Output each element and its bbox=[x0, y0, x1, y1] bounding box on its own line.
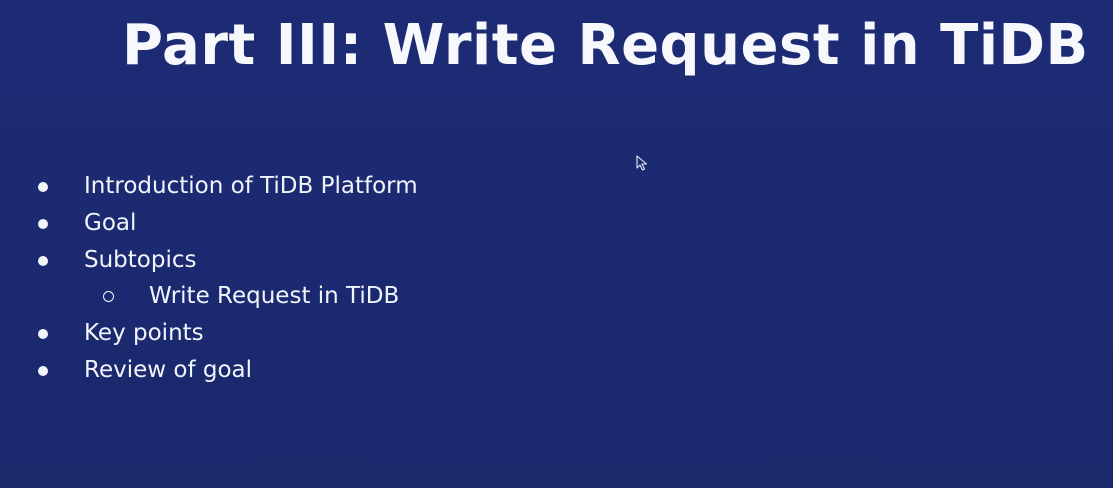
bullet-text: Review of goal bbox=[84, 356, 253, 383]
slide-title: Part III: Write Request in TiDB bbox=[122, 13, 1089, 78]
sub-bullet-text: Write Request in TiDB bbox=[149, 283, 400, 310]
filled-circle-bullet-icon bbox=[38, 329, 48, 340]
mouse-pointer-icon bbox=[636, 155, 648, 171]
filled-circle-bullet-icon bbox=[38, 255, 48, 266]
slide-canvas: Part III: Write Request in TiDB Introduc… bbox=[0, 0, 1113, 488]
bullet-text: Introduction of TiDB Platform bbox=[84, 173, 418, 199]
filled-circle-bullet-icon bbox=[38, 365, 48, 376]
bullet-list: Introduction of TiDB Platform Goal Subto… bbox=[0, 168, 600, 389]
filled-circle-bullet-icon bbox=[38, 218, 48, 229]
bullet-item: Review of goal bbox=[0, 352, 600, 389]
hollow-circle-bullet-icon bbox=[103, 291, 114, 303]
bullet-text: Goal bbox=[84, 209, 137, 236]
bullet-item: Subtopics bbox=[0, 242, 600, 279]
bullet-item: Introduction of TiDB Platform bbox=[0, 168, 600, 205]
bullet-text: Key points bbox=[84, 320, 204, 347]
sub-bullet-item: Write Request in TiDB bbox=[0, 278, 600, 315]
bullet-item: Goal bbox=[0, 205, 600, 242]
bullet-text: Subtopics bbox=[84, 246, 197, 273]
bullet-item: Key points bbox=[0, 315, 600, 352]
filled-circle-bullet-icon bbox=[38, 182, 48, 192]
